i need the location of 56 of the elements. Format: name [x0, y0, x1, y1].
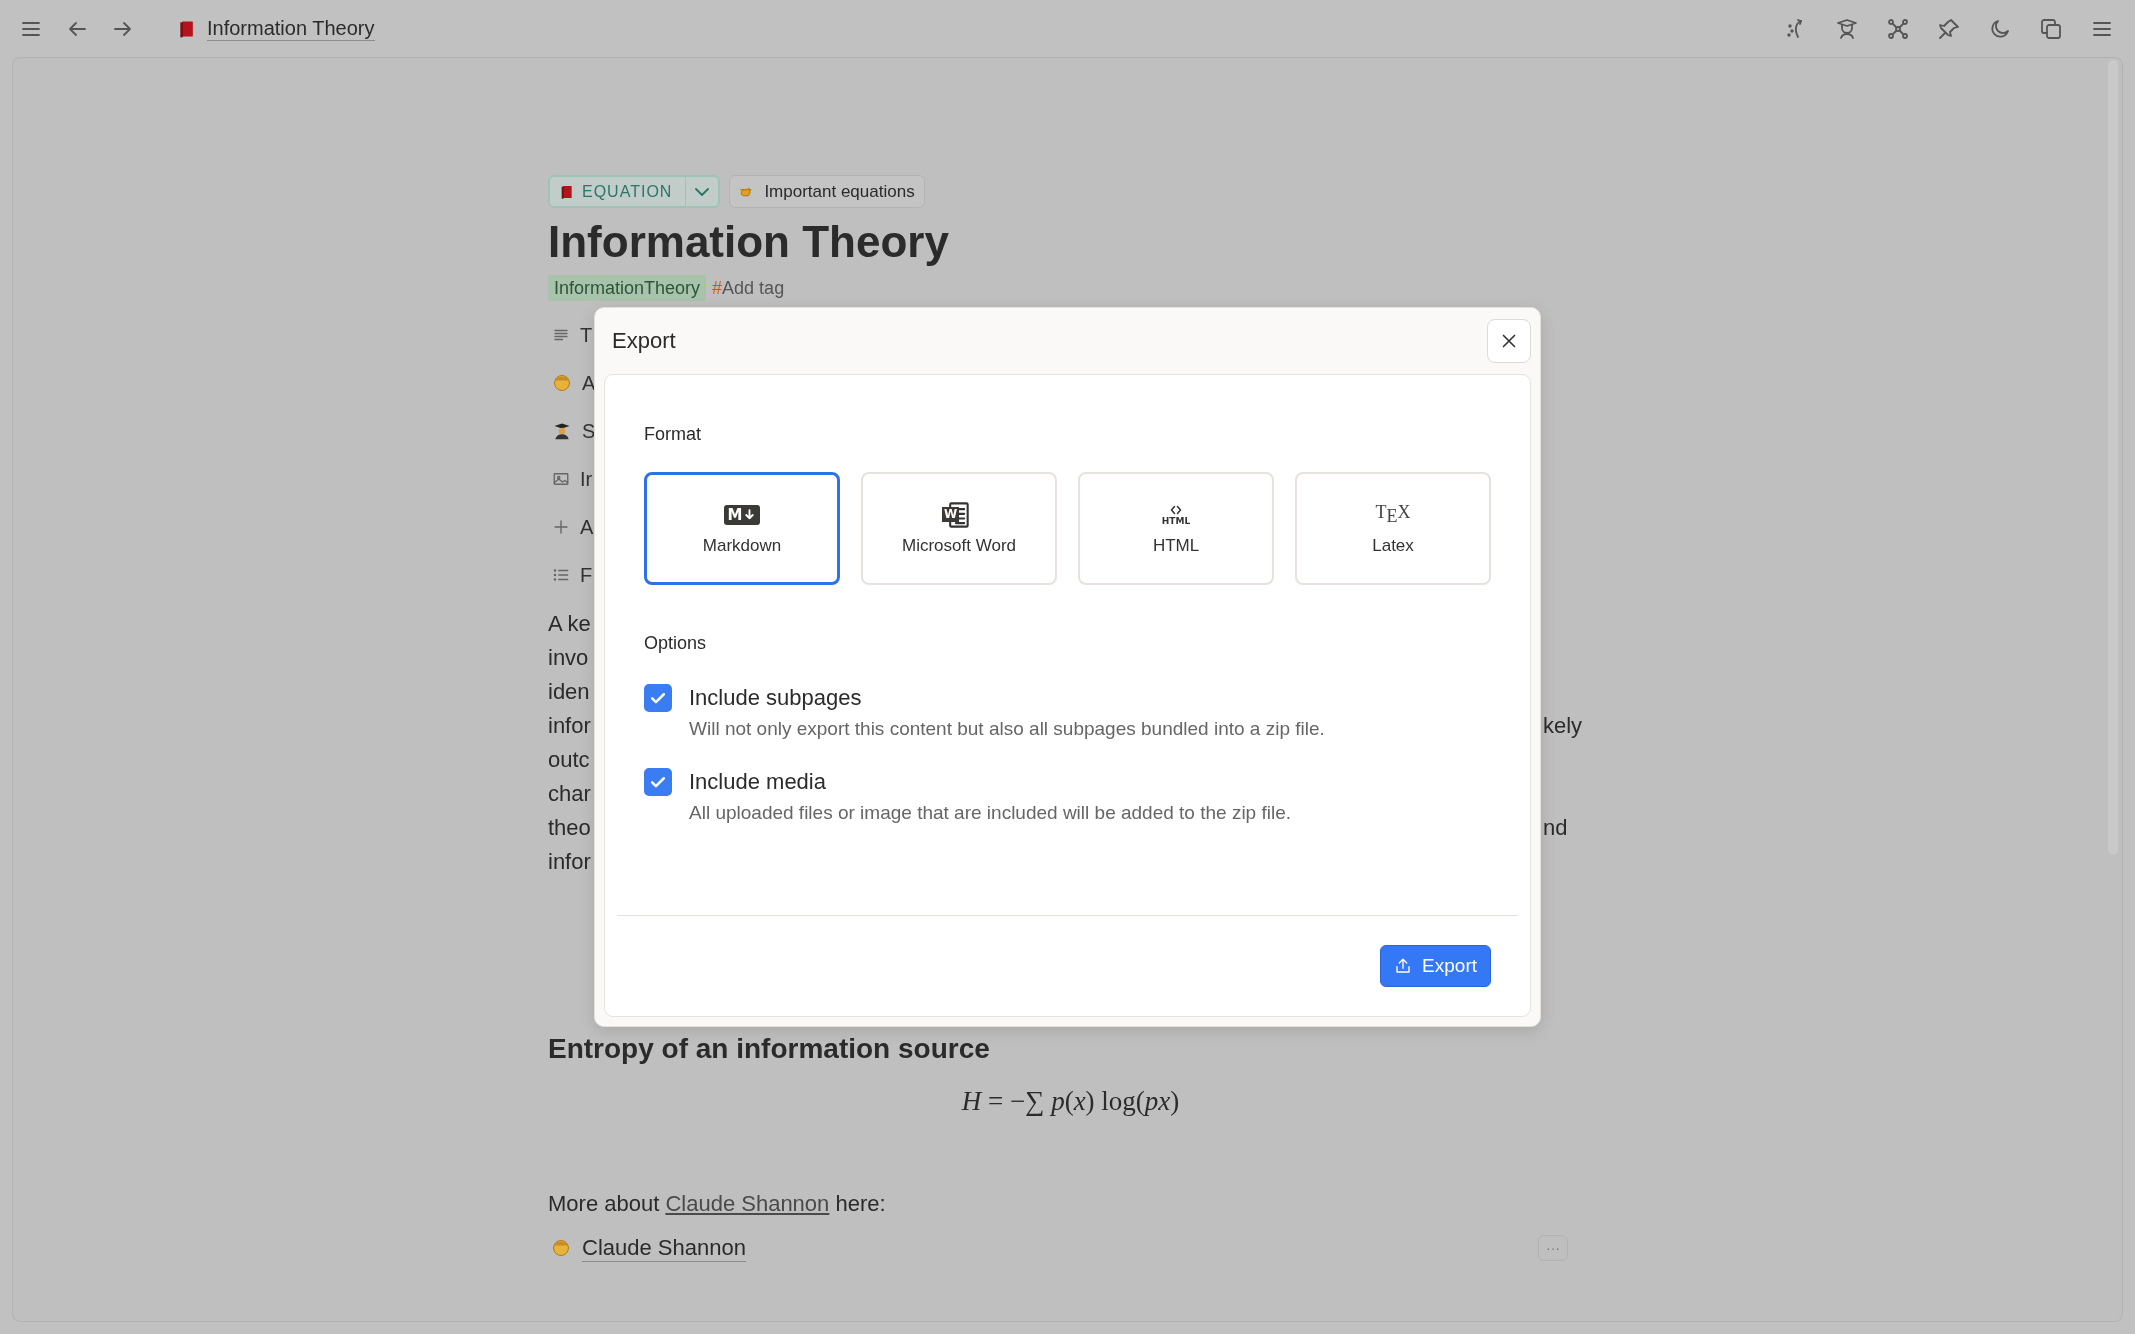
student-icon[interactable] — [1835, 16, 1859, 41]
export-button[interactable]: Export — [1380, 945, 1491, 987]
html-icon: HTML — [1161, 503, 1191, 526]
paragraph-text: outc — [548, 747, 590, 773]
paragraph-text: kely — [1543, 713, 1583, 739]
paragraph-text: nd — [1543, 815, 1568, 841]
plus-icon — [552, 518, 570, 536]
paragraph-text: char — [548, 781, 591, 807]
format-option[interactable]: W Microsoft Word — [861, 472, 1057, 585]
upload-icon — [1394, 957, 1413, 975]
document-title: Information Theory — [548, 216, 950, 268]
code-brackets-icon — [1170, 503, 1182, 516]
graph-icon[interactable] — [1886, 16, 1910, 41]
book-icon — [559, 183, 575, 200]
property-label[interactable]: T — [580, 323, 593, 347]
section-label: Options — [644, 632, 708, 654]
paragraph-text: A ke — [548, 611, 591, 637]
pin-icon[interactable] — [1937, 16, 1961, 41]
option-description: Will not only export this content but also all subpages bundled into a zip file. — [689, 717, 1326, 741]
section-heading: Entropy of an information source — [548, 1032, 990, 1066]
property-label[interactable]: S — [582, 419, 596, 443]
add-tag-button[interactable]: #Add tag — [712, 277, 785, 299]
formula: H = −∑ p(x) log(px) — [961, 1086, 1180, 1116]
property-label[interactable]: A — [582, 371, 596, 395]
paragraph-text: invo — [548, 645, 589, 671]
checkbox[interactable] — [644, 768, 672, 796]
person-icon — [551, 1238, 571, 1258]
tag[interactable]: InformationTheory — [548, 275, 707, 301]
more-about-text: More about Claude Shannon here: — [548, 1190, 887, 1218]
copy-icon[interactable] — [2039, 16, 2063, 41]
format-option[interactable]: M Markdown — [644, 472, 840, 585]
page-title-link[interactable]: Information Theory — [207, 16, 375, 41]
person-icon — [552, 373, 572, 393]
markdown-icon: M — [723, 504, 761, 525]
dialog-title: Export — [612, 328, 676, 354]
format-option[interactable]: HTML HTML — [1078, 472, 1274, 585]
list-icon — [552, 566, 570, 584]
paragraph-text: infor — [548, 713, 591, 739]
paragraph-text: iden — [548, 679, 590, 705]
down-arrow-icon — [743, 508, 757, 521]
section-label: Format — [644, 423, 702, 445]
collection-chip[interactable]: Important equations — [729, 175, 925, 208]
image-icon — [552, 470, 570, 488]
close-button[interactable] — [1487, 319, 1531, 363]
option-label: Include media — [689, 768, 827, 796]
page-mention-link[interactable]: Claude Shannon — [582, 1234, 746, 1262]
link[interactable]: Claude Shannon — [665, 1191, 830, 1216]
option-label: Include subpages — [689, 684, 863, 712]
property-label[interactable]: Ir — [580, 467, 593, 491]
paragraph-text: theo — [548, 815, 591, 841]
property-label[interactable]: A — [580, 515, 594, 539]
checkbox[interactable] — [644, 684, 672, 712]
chevron-down-icon — [695, 187, 710, 196]
paragraph-text: infor — [548, 849, 591, 875]
property-label[interactable]: F — [580, 563, 593, 587]
option-description: All uploaded files or image that are included will be added to the zip file. — [689, 801, 1293, 825]
